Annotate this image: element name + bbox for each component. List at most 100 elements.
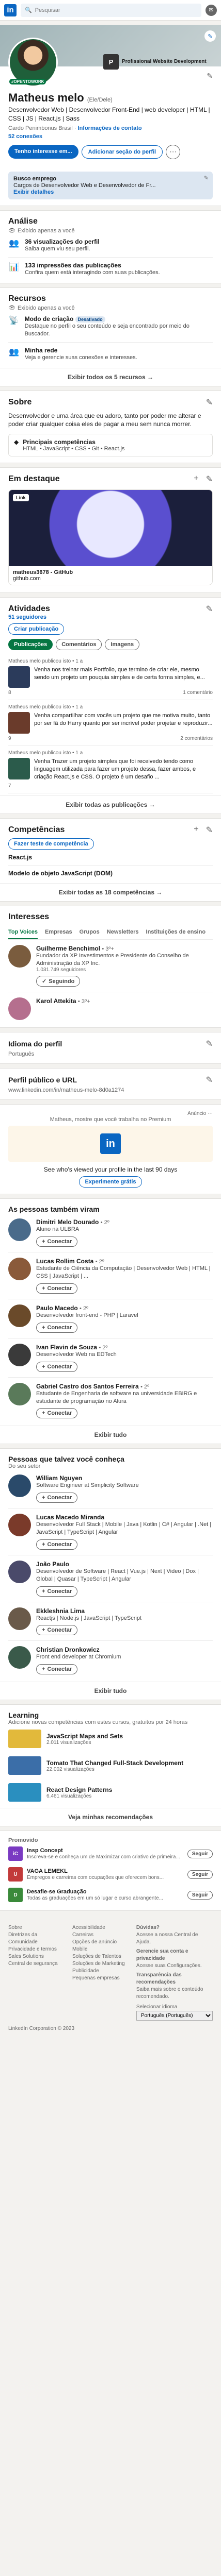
- skill-item[interactable]: React.js: [8, 850, 213, 866]
- open-to-work-box[interactable]: ✎ Busco emprego Cargos de Desenvolvedor …: [8, 171, 213, 200]
- avatar[interactable]: [8, 1382, 31, 1405]
- tab-groups[interactable]: Grupos: [80, 926, 100, 939]
- tab-schools[interactable]: Instituições de ensino: [146, 926, 206, 939]
- avatar[interactable]: [8, 1218, 31, 1242]
- suggested-person[interactable]: Gabriel Castro dos Santos Ferreira • 2º E…: [8, 1378, 213, 1424]
- edit-cover-icon[interactable]: ✎: [204, 30, 216, 42]
- search-input[interactable]: [35, 7, 197, 13]
- connect-button[interactable]: + Conectar: [36, 1236, 78, 1247]
- reactions-count[interactable]: 8: [8, 690, 11, 696]
- messaging-icon[interactable]: ✉: [206, 4, 217, 16]
- resource-item[interactable]: 📡 Modo de criação Desativado Destaque no …: [8, 311, 213, 343]
- following-button[interactable]: ✓ Seguindo: [36, 976, 81, 987]
- try-free-button[interactable]: Experimente grátis: [79, 1176, 142, 1188]
- follow-button[interactable]: Seguir: [187, 1849, 213, 1858]
- see-recommendations-link[interactable]: Veja minhas recomendações: [0, 1808, 221, 1826]
- analytics-item[interactable]: 👥 36 visualizações do perfil Saiba quem v…: [8, 234, 213, 258]
- tab-companies[interactable]: Empresas: [45, 926, 72, 939]
- suggested-person[interactable]: Christian Dronkowicz Front end developer …: [8, 1641, 213, 1680]
- show-all-posts-link[interactable]: Exibir todas as publicações →: [0, 795, 221, 814]
- footer-link[interactable]: Privacidade e termos: [8, 1946, 67, 1953]
- language-select[interactable]: Português (Português): [136, 2011, 213, 2021]
- connect-button[interactable]: + Conectar: [36, 1361, 78, 1372]
- footer-link[interactable]: Diretrizes da Comunidade: [8, 1931, 67, 1946]
- suggested-person[interactable]: Dimitri Melo Dourado • 2º Aluno na ULBRA +…: [8, 1213, 213, 1253]
- promoted-item[interactable]: U VAGA LEMEKL Empregos e carreiras com oc…: [8, 1864, 213, 1885]
- linkedin-logo[interactable]: in: [4, 4, 17, 16]
- featured-item[interactable]: Link matheus3678 - GitHub github.com: [8, 489, 213, 586]
- analytics-item[interactable]: 📊 133 impressões das publicações Confira …: [8, 258, 213, 281]
- connect-button[interactable]: + Conectar: [36, 1493, 78, 1503]
- avatar[interactable]: [8, 997, 31, 1021]
- avatar[interactable]: [8, 1646, 31, 1669]
- footer-link[interactable]: Opções de anúncio: [72, 1939, 131, 1946]
- connect-button[interactable]: + Conectar: [36, 1664, 78, 1675]
- promoted-item[interactable]: D Desafie-se Graduação Todas as graduaçõe…: [8, 1885, 213, 1905]
- footer-link[interactable]: Sobre: [8, 1924, 67, 1931]
- chip-comments[interactable]: Comentários: [56, 639, 102, 651]
- chip-posts[interactable]: Publicações: [8, 639, 53, 651]
- tab-top-voices[interactable]: Top Voices: [8, 926, 38, 939]
- footer-link[interactable]: Acessibilidade: [72, 1924, 131, 1931]
- show-all-link[interactable]: Exibir tudo: [0, 1426, 221, 1444]
- show-all-resources-link[interactable]: Exibir todos os 5 recursos →: [0, 367, 221, 386]
- course-item[interactable]: JavaScript Maps and Sets 2.011 visualizaç…: [8, 1725, 213, 1752]
- connect-button[interactable]: + Conectar: [36, 1586, 78, 1597]
- course-item[interactable]: React Design Patterns 6.461 visualizações: [8, 1779, 213, 1806]
- footer-link[interactable]: Pequenas empresas: [72, 1975, 131, 1982]
- promoted-item[interactable]: iC Insp Concept Inscreva-se e conheça um …: [8, 1843, 213, 1864]
- suggested-person[interactable]: João Paulo Desenvolvedor de Software | Re…: [8, 1555, 213, 1602]
- footer-link[interactable]: Central de segurança: [8, 1960, 67, 1968]
- connections-count[interactable]: 52 conexões: [8, 133, 213, 140]
- avatar[interactable]: [8, 1560, 31, 1583]
- suggested-person[interactable]: Ekkleshnia Lima Reactjs | Node.js | JavaS…: [8, 1602, 213, 1641]
- suggested-person[interactable]: Lucas Rollim Costa • 2º Estudante de Ciên…: [8, 1252, 213, 1299]
- skill-quiz-button[interactable]: Fazer teste de competência: [8, 838, 94, 850]
- add-icon[interactable]: +: [194, 474, 198, 484]
- ad-label[interactable]: Anúncio ⋯: [8, 1111, 213, 1116]
- comments-count[interactable]: 2 comentários: [180, 736, 213, 741]
- footer-help-title[interactable]: Dúvidas?: [136, 1924, 213, 1931]
- follow-button[interactable]: Seguir: [187, 1890, 213, 1900]
- add-section-button[interactable]: Adicionar seção do perfil: [81, 145, 163, 159]
- edit-icon[interactable]: ✎: [206, 825, 213, 835]
- footer-link[interactable]: Carreiras: [72, 1931, 131, 1939]
- search-bar[interactable]: 🔍: [21, 3, 201, 17]
- top-skills-box[interactable]: ◆ Principais competências HTML • JavaScri…: [8, 434, 213, 457]
- reactions-count[interactable]: 7: [8, 783, 11, 789]
- public-profile-url[interactable]: www.linkedin.com/in/matheus-melo-8d0a127…: [8, 1085, 213, 1097]
- connect-button[interactable]: + Conectar: [36, 1283, 78, 1294]
- edit-icon[interactable]: ✎: [206, 604, 213, 614]
- show-all-link[interactable]: Exibir tudo: [0, 1682, 221, 1700]
- followers-count[interactable]: 51 seguidores: [8, 614, 213, 620]
- edit-icon[interactable]: ✎: [204, 175, 209, 181]
- chip-images[interactable]: Imagens: [105, 639, 140, 651]
- edit-icon[interactable]: ✎: [206, 474, 213, 484]
- footer-link[interactable]: Publicidade: [72, 1968, 131, 1975]
- cover-photo[interactable]: ✎ #OPENTOWORK P Profissional Website Dev…: [0, 25, 221, 87]
- open-to-button[interactable]: Tenho interesse em...: [8, 145, 78, 159]
- footer-link[interactable]: Mobile: [72, 1946, 131, 1953]
- avatar[interactable]: [8, 944, 31, 968]
- avatar[interactable]: [8, 1343, 31, 1366]
- connect-button[interactable]: + Conectar: [36, 1539, 78, 1550]
- suggested-person[interactable]: William Nguyen Software Engineer at Simpl…: [8, 1469, 213, 1509]
- avatar[interactable]: [8, 1258, 31, 1281]
- avatar[interactable]: [8, 1475, 31, 1498]
- connect-button[interactable]: + Conectar: [36, 1625, 78, 1636]
- suggested-person[interactable]: Lucas Macedo Miranda Desenvolvedor Full S…: [8, 1509, 213, 1555]
- avatar[interactable]: [8, 1607, 31, 1630]
- avatar[interactable]: [8, 1514, 31, 1537]
- activity-post[interactable]: Matheus melo publicou isto • 1 a Venha T…: [8, 746, 213, 793]
- tab-newsletters[interactable]: Newsletters: [107, 926, 139, 939]
- avatar[interactable]: [8, 1304, 31, 1327]
- activity-post[interactable]: Matheus melo publicou isto • 1 a Venha c…: [8, 700, 213, 747]
- connect-button[interactable]: + Conectar: [36, 1408, 78, 1419]
- create-post-button[interactable]: Criar publicação: [8, 623, 65, 635]
- interest-person[interactable]: Karol Attekita • 3º+: [8, 992, 213, 1025]
- add-icon[interactable]: +: [194, 825, 198, 835]
- follow-button[interactable]: Seguir: [187, 1870, 213, 1879]
- suggested-person[interactable]: Ivan Flavin de Souza • 2º Desenvolvedor W…: [8, 1338, 213, 1378]
- connect-button[interactable]: + Conectar: [36, 1322, 78, 1333]
- footer-link[interactable]: Soluções de Talentos: [72, 1953, 131, 1960]
